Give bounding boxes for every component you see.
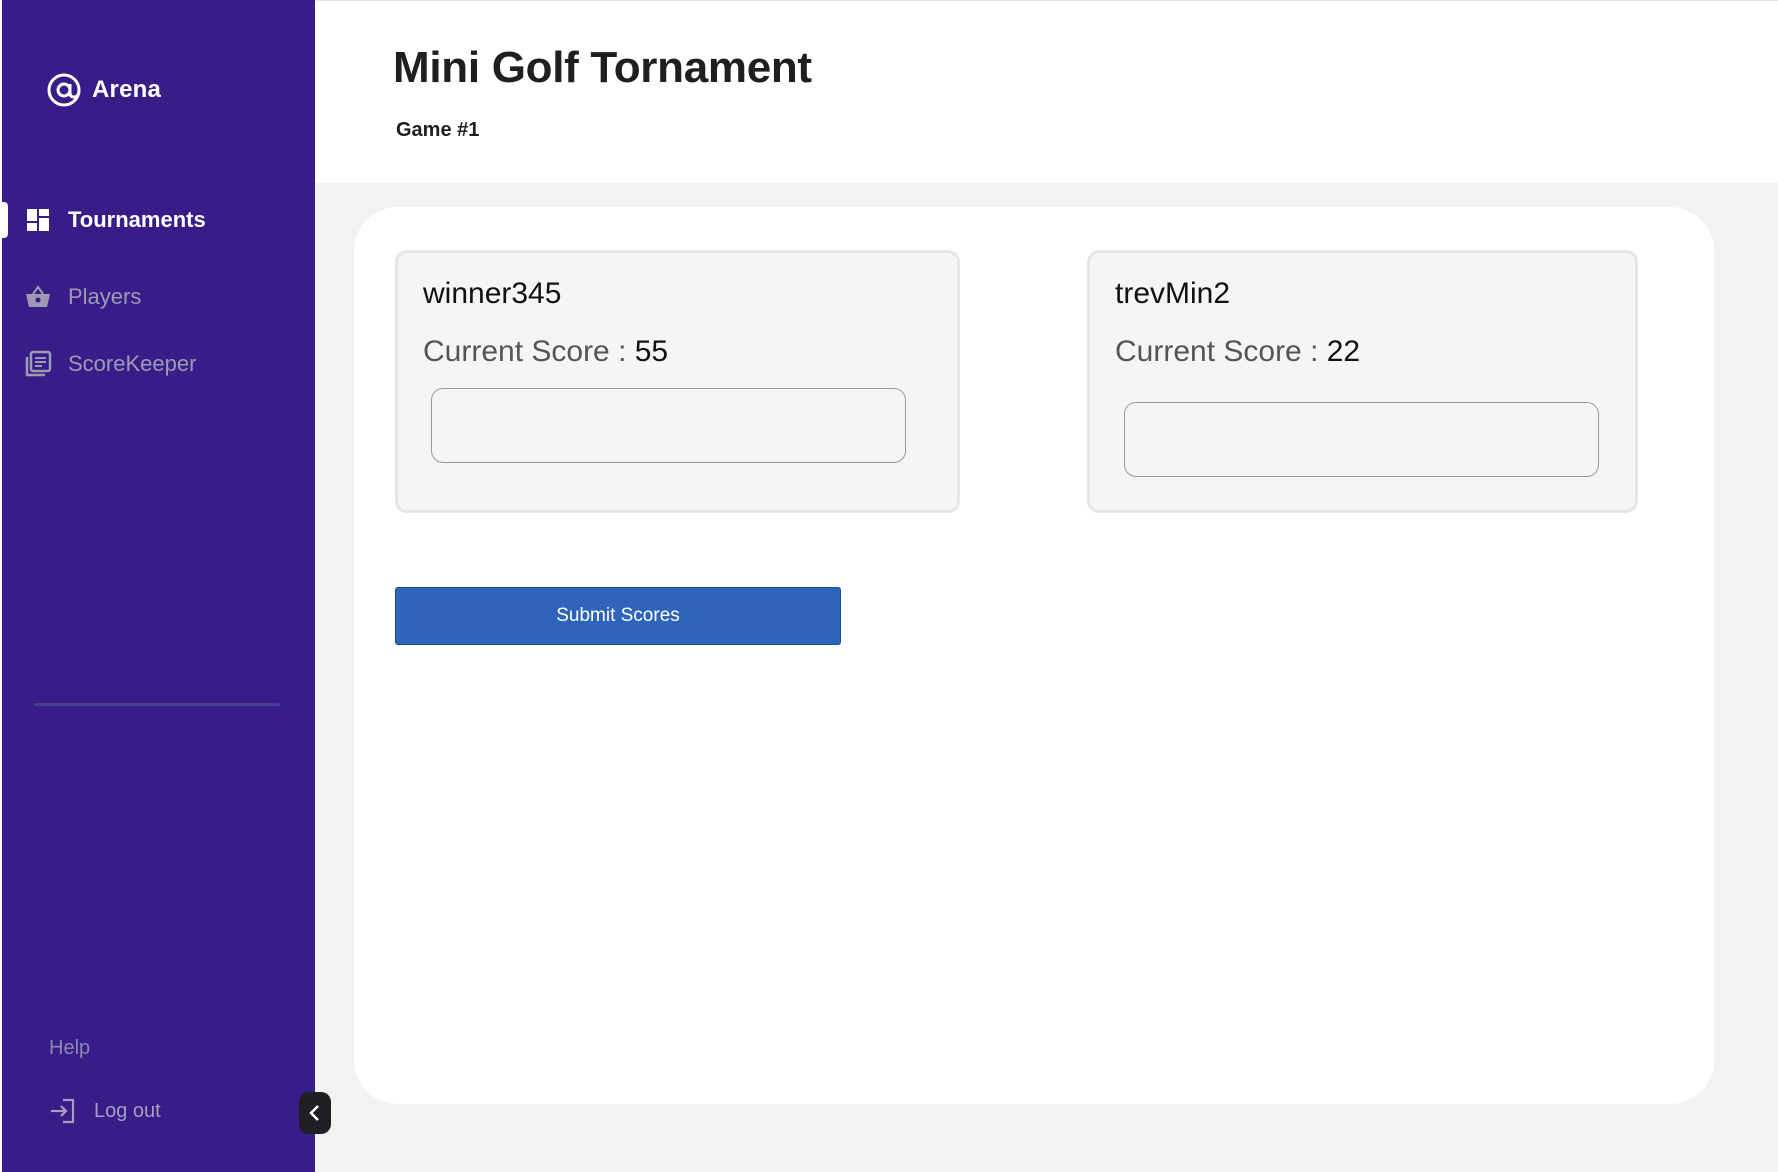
- logout-button[interactable]: Log out: [48, 1096, 161, 1126]
- page-subtitle: Game #1: [396, 119, 480, 141]
- brand-name: Arena: [92, 76, 162, 103]
- brand-logo[interactable]: Arena: [46, 72, 161, 108]
- chevron-left-icon: [309, 1105, 319, 1121]
- logout-label: Log out: [94, 1099, 161, 1122]
- page-title: Mini Golf Tornament: [393, 43, 812, 92]
- player-name: trevMin2: [1115, 277, 1231, 310]
- player-card: trevMin2 Current Score : 22: [1087, 250, 1638, 513]
- at-sign-icon: [47, 73, 81, 107]
- score-value: 55: [634, 335, 669, 368]
- help-link[interactable]: Help: [49, 1037, 90, 1060]
- score-value: 22: [1326, 335, 1361, 368]
- player-name: winner345: [423, 277, 562, 310]
- score-label: Current Score :: [423, 335, 635, 368]
- active-indicator: [2, 202, 8, 238]
- sidebar-item-label: Tournaments: [68, 207, 206, 232]
- sidebar-item-label: ScoreKeeper: [68, 351, 197, 376]
- page-header: Mini Golf Tornament Game #1: [315, 0, 1778, 183]
- scores-panel: winner345 Current Score : 55 trevMin2 Cu…: [354, 207, 1714, 1104]
- basket-icon: [26, 285, 50, 307]
- logout-icon: [51, 1098, 75, 1124]
- main-content: winner345 Current Score : 55 trevMin2 Cu…: [315, 183, 1778, 1172]
- current-score: Current Score : 55: [423, 335, 668, 369]
- sidebar-item-scorekeeper[interactable]: ScoreKeeper: [2, 344, 315, 384]
- score-label: Current Score :: [1115, 335, 1327, 368]
- sidebar: Arena Tournaments Players ScoreKeeper He…: [2, 0, 315, 1172]
- sidebar-divider: [34, 703, 280, 706]
- library-books-icon: [25, 350, 52, 377]
- score-input[interactable]: [1124, 402, 1599, 477]
- sidebar-item-tournaments[interactable]: Tournaments: [2, 200, 315, 240]
- sidebar-item-label: Players: [68, 284, 142, 309]
- player-card: winner345 Current Score : 55: [395, 250, 960, 513]
- dashboard-icon: [27, 209, 49, 231]
- submit-scores-button[interactable]: Submit Scores: [395, 587, 841, 645]
- score-input[interactable]: [431, 388, 906, 463]
- sidebar-item-players[interactable]: Players: [2, 277, 315, 317]
- collapse-sidebar-button[interactable]: [299, 1092, 331, 1134]
- current-score: Current Score : 22: [1115, 335, 1360, 369]
- app-root: Arena Tournaments Players ScoreKeeper He…: [0, 0, 1778, 1172]
